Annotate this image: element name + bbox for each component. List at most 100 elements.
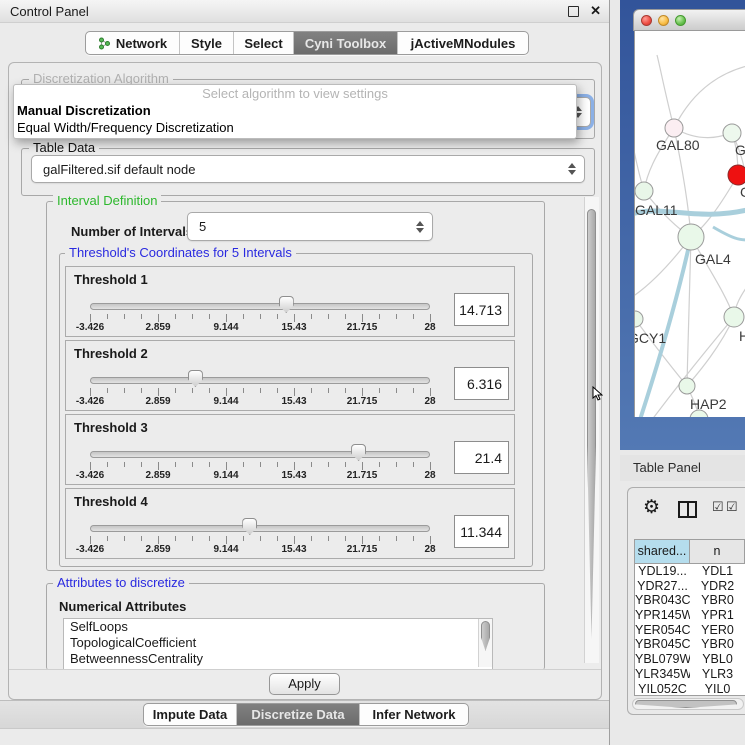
table-panel: ⚙ ☑ ☑ shared...n YDL19...YDL1YDR27...YDR… — [627, 487, 745, 715]
slider-thumb[interactable] — [242, 518, 257, 535]
network-node-gal4[interactable] — [678, 224, 704, 250]
table-row[interactable]: YBR043CYBR0 — [635, 593, 745, 608]
slider-tick-label: 15.43 — [281, 470, 306, 481]
scrollbar-thumb[interactable] — [481, 621, 490, 651]
num-intervals-combobox[interactable]: 5 — [187, 212, 433, 241]
column-header-1[interactable]: shared... — [635, 540, 690, 564]
table-row[interactable]: YDR27...YDR2 — [635, 579, 745, 594]
slider-tick — [294, 462, 295, 470]
network-window-frame[interactable]: GAL80GACGAL11GAL4GCY1HHAP2 — [620, 0, 745, 450]
control-panel-titlebar: Control Panel ✕ — [0, 0, 609, 23]
gear-icon[interactable]: ⚙ — [643, 496, 660, 519]
checkbox-icon[interactable]: ☑ — [712, 499, 724, 515]
threshold-panel-2: Threshold 2-3.4262.8599.14415.4321.71528… — [65, 340, 515, 411]
attribute-list-item[interactable]: SelfLoops — [64, 619, 492, 635]
table-row[interactable]: YDL19...YDL1 — [635, 564, 745, 579]
table-row[interactable]: YER054CYER0 — [635, 623, 745, 638]
table-cell: YIL052C — [635, 682, 690, 697]
network-node-gal80[interactable] — [665, 119, 683, 137]
table-cell: YDR27... — [635, 579, 690, 594]
zoom-traffic-light-icon[interactable] — [675, 15, 686, 26]
numerical-attributes-label: Numerical Attributes — [59, 599, 186, 614]
network-node-label: GA — [735, 142, 745, 158]
table-cell: YDL19... — [635, 564, 690, 579]
attribute-list-item[interactable]: TopologicalCoefficient — [64, 635, 492, 651]
checkbox-icon[interactable]: ☑ — [726, 499, 738, 515]
slider-tick — [107, 536, 108, 541]
close-icon[interactable]: ✕ — [590, 6, 601, 16]
attributes-list-scrollbar[interactable] — [478, 619, 492, 667]
table-row[interactable]: YLR345WYLR3 — [635, 667, 745, 682]
slider-track[interactable] — [90, 525, 430, 532]
table-row[interactable]: YIL052CYIL0 — [635, 682, 745, 697]
dropdown-option[interactable]: Manual Discretization — [14, 102, 576, 119]
scrollbar-thumb[interactable] — [635, 700, 737, 708]
dropdown-option[interactable]: Equal Width/Frequency Discretization — [14, 119, 576, 136]
tab-label: Style — [191, 36, 222, 51]
numerical-attributes-list[interactable]: SelfLoopsTopologicalCoefficientBetweenne… — [63, 618, 493, 670]
slider-track[interactable] — [90, 377, 430, 384]
slider-track[interactable] — [90, 451, 430, 458]
slider-thumb[interactable] — [351, 444, 366, 461]
node-table[interactable]: shared...n YDL19...YDL1YDR27...YDR2YBR04… — [634, 539, 745, 696]
slider-tick — [260, 388, 261, 393]
network-window-titlebar[interactable] — [633, 9, 745, 31]
close-traffic-light-icon[interactable] — [641, 15, 652, 26]
table-row[interactable]: YBL079WYBL0 — [635, 652, 745, 667]
tab-select[interactable]: Select — [233, 32, 293, 54]
slider-tick — [107, 462, 108, 467]
network-canvas[interactable]: GAL80GACGAL11GAL4GCY1HHAP2 — [634, 31, 745, 417]
tab-network[interactable]: Network — [86, 32, 179, 54]
threshold-value-field[interactable]: 21.4 — [454, 441, 509, 474]
network-node-gal11[interactable] — [635, 182, 653, 200]
slider-tick — [294, 314, 295, 322]
slider-tick — [277, 536, 278, 541]
slider-thumb[interactable] — [279, 296, 294, 313]
attribute-list-item[interactable]: BetweennessCentrality — [64, 651, 492, 667]
table-data-combobox[interactable]: galFiltered.sif default node — [31, 155, 585, 183]
threshold-value-field[interactable]: 14.713 — [454, 293, 509, 326]
tab-infer-network[interactable]: Infer Network — [359, 704, 468, 725]
slider-tick — [141, 388, 142, 393]
slider-tick — [430, 388, 431, 396]
tab-jactivemnodules[interactable]: jActiveMNodules — [397, 32, 528, 54]
column-header-2[interactable]: n — [690, 540, 745, 564]
slider-track[interactable] — [90, 303, 430, 310]
network-node-hap2[interactable] — [679, 378, 695, 394]
table-data-group-title: Table Data — [29, 141, 99, 155]
table-cell: YBR043C — [635, 593, 690, 608]
slider-tick — [124, 388, 125, 393]
tab-discretize-data[interactable]: Discretize Data — [236, 704, 359, 725]
tab-impute-data[interactable]: Impute Data — [144, 704, 236, 725]
slider-tick — [175, 388, 176, 393]
minimize-traffic-light-icon[interactable] — [658, 15, 669, 26]
float-window-icon[interactable] — [568, 6, 579, 17]
threshold-value-field[interactable]: 6.316 — [454, 367, 509, 400]
slider-tick — [294, 388, 295, 396]
panel-vertical-scrollbar[interactable] — [584, 197, 599, 663]
network-node-ga[interactable] — [723, 124, 741, 142]
network-node-label: H — [739, 328, 745, 344]
slider-tick — [311, 462, 312, 467]
tab-style[interactable]: Style — [179, 32, 233, 54]
threshold-value-field[interactable]: 11.344 — [454, 515, 509, 548]
table-row[interactable]: YPR145WYPR1 — [635, 608, 745, 623]
tab-cyni-toolbox[interactable]: Cyni Toolbox — [293, 32, 397, 54]
table-horizontal-scrollbar[interactable] — [632, 698, 744, 710]
table-cell: YDR2 — [690, 579, 745, 594]
slider-tick — [141, 536, 142, 541]
network-node-gcy1[interactable] — [635, 311, 643, 327]
network-node-c[interactable] — [728, 165, 745, 185]
scrollbar-thumb[interactable] — [587, 209, 596, 639]
network-node-h[interactable] — [724, 307, 744, 327]
network-node-label: GCY1 — [635, 330, 666, 346]
split-columns-icon[interactable] — [678, 501, 697, 518]
interval-definition-group-title: Interval Definition — [53, 194, 161, 208]
slider-thumb[interactable] — [188, 370, 203, 387]
slider-tick — [192, 462, 193, 467]
slider-tick — [396, 536, 397, 541]
network-node-label: GAL80 — [656, 137, 700, 153]
apply-button[interactable]: Apply — [269, 673, 340, 695]
slider-tick — [294, 536, 295, 544]
table-row[interactable]: YBR045CYBR0 — [635, 637, 745, 652]
